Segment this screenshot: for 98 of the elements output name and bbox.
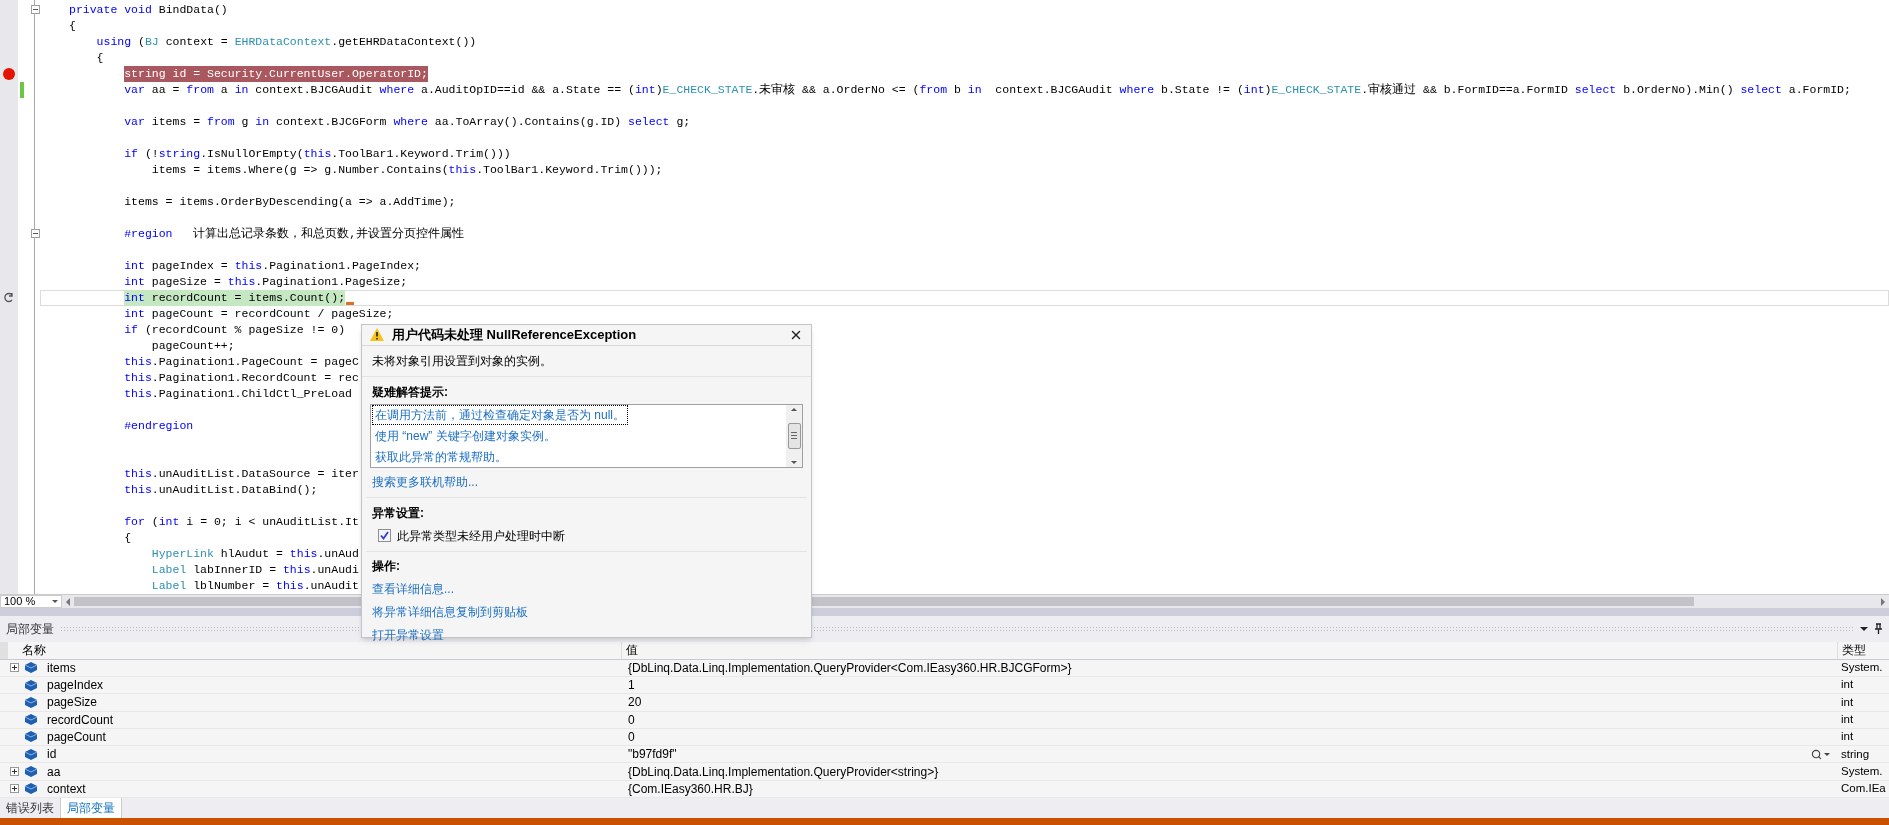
column-header[interactable]: 值 [622, 641, 1838, 659]
table-row[interactable]: pageIndex 1 int [0, 676, 1889, 695]
pin-icon[interactable] [1874, 623, 1883, 635]
code-line: var items = from g in context.BJCGForm where aa.ToArray().Contains(g.ID) select g; [124, 114, 691, 130]
code-line: { [96, 50, 104, 66]
code-line: { [69, 18, 76, 34]
expand-icon[interactable] [10, 784, 19, 794]
section-heading: 疑难解答提示: [371, 383, 449, 401]
variable-type: System. [1841, 661, 1883, 674]
code-line: { [124, 530, 132, 546]
checkbox-label: 此异常类型未经用户处理时中断 [397, 527, 565, 545]
code-line: int pageSize = this.Pagination1.PageSize; [124, 274, 408, 290]
expand-icon[interactable] [10, 663, 19, 673]
expand-icon[interactable] [10, 767, 19, 777]
code-line: if (recordCount % pageSize != 0) [124, 322, 346, 338]
dropdown-caret-icon[interactable] [1860, 626, 1868, 631]
vertical-scrollbar[interactable] [786, 404, 802, 467]
action-link[interactable]: 查看详细信息... [372, 579, 454, 598]
variable-value: 0 [628, 728, 636, 746]
table-row[interactable]: aa {DbLinq.Data.Linq.Implementation.QueryProvider<string>} System. [0, 763, 1889, 781]
action-link[interactable]: 将异常详细信息复制到剪贴板 [372, 602, 528, 621]
variable-value: "b97fd9f" [628, 746, 678, 764]
code-line: this.Pagination1.ChildCtl_PreLoad [124, 386, 352, 402]
variable-type: int [1841, 730, 1854, 743]
field-icon [25, 679, 37, 691]
column-header[interactable]: 类型 [1838, 641, 1889, 659]
code-line: Label lblNumber = this.unAudit [151, 578, 359, 594]
variable-name: items [47, 659, 76, 677]
code-line: #endregion [124, 418, 194, 434]
code-line: using (BJ context = EHRDataContext.getEHRDataContext()) [96, 34, 477, 50]
table-row[interactable]: pageCount 0 int [0, 728, 1889, 747]
table-row[interactable]: id "b97fd9f" string [0, 746, 1889, 764]
variable-type: int [1841, 713, 1854, 726]
code-line: for (int i = 0; i < unAuditList.It [124, 514, 359, 530]
code-line: HyperLink hlAudut = this.unAud [151, 546, 359, 562]
variable-value: 0 [628, 711, 636, 729]
variable-name: aa [47, 763, 61, 781]
variable-type: Com.IEa [1841, 782, 1886, 795]
help-link[interactable]: 搜索更多联机帮助... [370, 470, 480, 493]
field-icon [25, 714, 37, 726]
code-line: Label labInnerID = this.unAudi [151, 562, 359, 578]
tip-link[interactable]: 获取此异常的常规帮助。 [373, 447, 509, 466]
variable-value: {DbLinq.Data.Linq.Implementation.QueryProvider<string>} [628, 763, 940, 781]
field-icon [25, 748, 37, 760]
table-row[interactable]: pageSize 20 int [0, 694, 1889, 712]
tip-link[interactable]: 使用 “new” 关键字创建对象实例。 [373, 427, 558, 445]
error-marker-icon [346, 301, 355, 305]
warning-icon [370, 328, 384, 342]
field-icon [25, 731, 37, 743]
field-icon [25, 696, 37, 708]
breakpoint-icon[interactable] [3, 68, 15, 80]
zoom-combo[interactable]: 100 % [0, 595, 62, 608]
table-row[interactable]: context {Com.IEasy360.HR.BJ} Com.IEa [0, 780, 1889, 798]
field-icon [25, 783, 37, 795]
variable-name: pageIndex [47, 677, 104, 695]
code-line: int pageCount = recordCount / pageSize; [124, 306, 394, 322]
collapse-icon[interactable] [30, 5, 40, 14]
code-line: this.unAuditList.DataBind(); [124, 482, 318, 498]
variable-type: System. [1841, 764, 1883, 777]
code-line: var aa = from a in context.BJCGAudit where a.AuditOpID==id && a.State == (int)E_CHECK_STATE.未审核 && a.OrderNo <= (from b in context.BJCGAudit where b.State != (int)E_CHECK_STATE.审核通过 && b.FormID==a.FormID select b.OrderNo).Min() select a.FormID; [124, 82, 1851, 98]
variable-name: context [47, 780, 86, 798]
code-line: private void BindData() [69, 2, 228, 18]
variable-value: {Com.IEasy360.HR.BJ} [628, 780, 754, 798]
visualizer-icon[interactable] [1811, 748, 1830, 760]
section-heading: 操作: [372, 557, 400, 575]
tip-link[interactable]: 在调用方法前，通过检查确定对象是否为 null。 [373, 406, 627, 425]
code-line: items = items.Where(g => g.Number.Contains(this.ToolBar1.Keyword.Trim())); [151, 162, 663, 178]
code-line: this.Pagination1.PageCount = pageC [124, 354, 359, 370]
variable-name: recordCount [47, 711, 114, 729]
variable-value: 1 [628, 677, 636, 695]
variable-type: int [1841, 678, 1854, 691]
section-heading: 异常设置: [372, 504, 425, 522]
code-line: this.unAuditList.DataSource = iter [124, 466, 359, 482]
code-line: this.Pagination1.RecordCount = rec [124, 370, 359, 386]
field-icon [25, 766, 37, 778]
panel-tab[interactable]: 局部变量 [61, 798, 122, 818]
code-line: if (!string.IsNullOrEmpty(this.ToolBar1.Keyword.Trim())) [124, 146, 511, 162]
code-line: pageCount++; [151, 338, 235, 354]
table-row[interactable]: recordCount 0 int [0, 711, 1889, 729]
code-line: #region 计算出总记录条数，和总页数,并设置分页控件属性 [124, 226, 465, 242]
collapse-icon[interactable] [30, 229, 40, 238]
field-icon [25, 662, 37, 674]
checkbox[interactable] [378, 529, 391, 542]
code-line: int pageIndex = this.Pagination1.PageIndex; [124, 258, 421, 274]
variable-value: {DbLinq.Data.Linq.Implementation.QueryProvider<Com.IEasy360.HR.BJCGForm>} [628, 659, 1073, 677]
panel-title: 局部变量 [6, 620, 54, 638]
variable-type: int [1841, 695, 1854, 708]
table-row[interactable]: items {DbLinq.Data.Linq.Implementation.QueryProvider<Com.IEasy360.HR.BJCGForm>} System. [0, 659, 1889, 677]
variable-value: 20 [628, 694, 643, 712]
variable-name: pageSize [47, 694, 98, 712]
popup-title: 用户代码未处理 NullReferenceException [392, 326, 638, 344]
variable-name: pageCount [47, 728, 106, 746]
variable-type: string [1841, 747, 1870, 760]
exception-message: 未将对象引用设置到对象的实例。 [372, 353, 552, 368]
current-statement-icon [3, 292, 15, 304]
code-line: items = items.OrderByDescending(a => a.AddTime); [124, 194, 456, 210]
action-link[interactable]: 打开异常设置 [372, 625, 444, 644]
variable-name: id [47, 746, 57, 764]
